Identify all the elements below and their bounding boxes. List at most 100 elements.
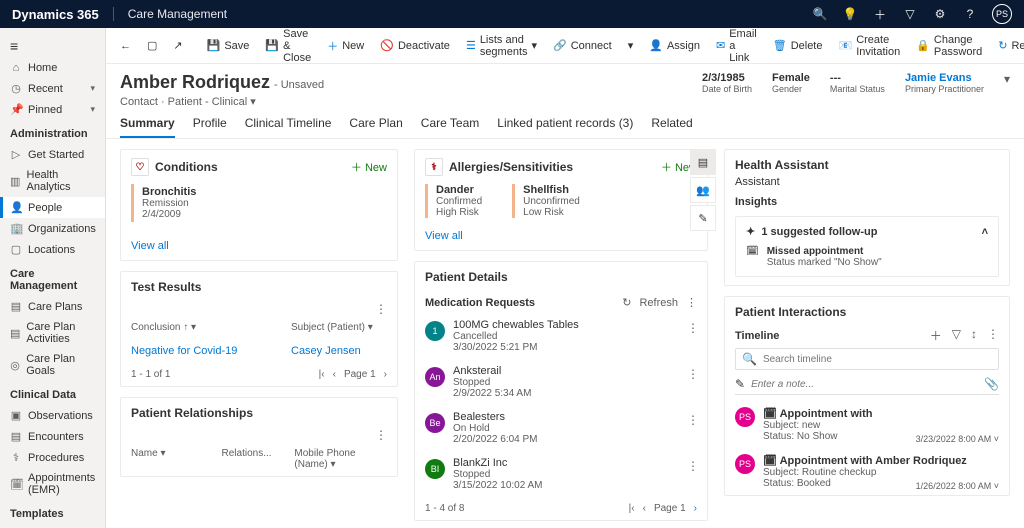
refresh-icon[interactable]: ↻ bbox=[622, 296, 631, 309]
refresh-label[interactable]: Refresh bbox=[639, 297, 678, 309]
chevron-up-icon[interactable]: ˄ bbox=[982, 226, 988, 238]
med-item-more[interactable]: ⋮ bbox=[687, 413, 699, 427]
filter-icon[interactable]: ▽ bbox=[902, 6, 918, 22]
nav-appointments[interactable]: 🗓Appointments (EMR) bbox=[0, 468, 105, 500]
timeline-sort[interactable]: ↕ bbox=[971, 327, 977, 344]
nav-get-started[interactable]: ▷Get Started bbox=[0, 144, 105, 165]
relationships-more[interactable]: ⋮ bbox=[121, 428, 397, 442]
nav-observations[interactable]: ▣Observations bbox=[0, 405, 105, 426]
nav-pinned[interactable]: 📌Pinned▾ bbox=[0, 99, 105, 120]
health-assistant-card: Health Assistant Assistant Insights ✦ 1 … bbox=[724, 149, 1010, 286]
conditions-view-all[interactable]: View all bbox=[121, 236, 397, 260]
tab-care-plan[interactable]: Care Plan bbox=[349, 116, 402, 138]
email-link-button[interactable]: ✉Email a Link bbox=[710, 28, 763, 68]
pager-next[interactable]: › bbox=[384, 369, 387, 380]
nav-procedures[interactable]: ⚕Procedures bbox=[0, 447, 105, 468]
conditions-new-button[interactable]: ＋ New bbox=[351, 159, 387, 175]
timeline-search-input[interactable] bbox=[763, 354, 992, 365]
lightbulb-icon[interactable]: 💡 bbox=[842, 6, 858, 22]
timeline-label: Timeline bbox=[735, 330, 779, 342]
timeline-note[interactable]: ✎ 📎 bbox=[735, 374, 999, 395]
allergy-item[interactable]: ShellfishUnconfirmedLow Risk bbox=[512, 184, 580, 218]
nav-locations[interactable]: ▢Locations bbox=[0, 239, 105, 260]
med-item-more[interactable]: ⋮ bbox=[687, 459, 699, 473]
nav-home[interactable]: ⌂Home bbox=[0, 58, 105, 78]
nav-health-analytics[interactable]: ▥Health Analytics bbox=[0, 165, 105, 197]
settings-icon[interactable]: ⚙ bbox=[932, 6, 948, 22]
condition-item[interactable]: Bronchitis Remission 2/4/2009 bbox=[131, 184, 387, 222]
tab-summary[interactable]: Summary bbox=[120, 116, 175, 138]
assign-button[interactable]: 👤Assign bbox=[643, 35, 706, 56]
refresh-button[interactable]: ↻Refresh bbox=[992, 35, 1024, 56]
timeline-item[interactable]: PS 🗓 Appointment with Amber RodriquezSub… bbox=[725, 448, 1009, 495]
nav-care-activities[interactable]: ▤Care Plan Activities bbox=[0, 317, 105, 349]
field-practitioner[interactable]: Jamie EvansPrimary Practitioner bbox=[905, 72, 984, 94]
nav-recent[interactable]: ◷Recent▾ bbox=[0, 78, 105, 99]
user-avatar[interactable]: PS bbox=[992, 4, 1012, 24]
med-more[interactable]: ⋮ bbox=[686, 296, 697, 309]
medication-item[interactable]: An AnksterailStopped2/9/2022 5:34 AM ⋮ bbox=[415, 359, 707, 405]
rail-assistant[interactable]: 👥 bbox=[690, 177, 716, 203]
plus-icon[interactable]: ＋ bbox=[872, 6, 888, 22]
timeline-note-input[interactable] bbox=[751, 379, 978, 390]
medication-item[interactable]: BI BlankZi IncStopped3/15/2022 10:02 AM … bbox=[415, 451, 707, 497]
record-subtitle[interactable]: Contact · Patient - Clinical ▾ bbox=[120, 95, 324, 108]
timeline-search[interactable]: 🔍 bbox=[735, 348, 999, 370]
pager-prev[interactable]: ‹ bbox=[643, 503, 646, 514]
col-mobile[interactable]: Mobile Phone (Name) ▾ bbox=[294, 448, 387, 470]
nav-encounters[interactable]: ▤Encounters bbox=[0, 426, 105, 447]
connect-split[interactable]: ▾ bbox=[622, 35, 640, 56]
change-password-button[interactable]: 🔒Change Password bbox=[910, 30, 988, 62]
timeline-more[interactable]: ⋮ bbox=[987, 327, 999, 344]
pager-first[interactable]: |‹ bbox=[319, 369, 325, 380]
test-results-title: Test Results bbox=[121, 272, 397, 302]
tab-profile[interactable]: Profile bbox=[193, 116, 227, 138]
nav-care-goals[interactable]: ◎Care Plan Goals bbox=[0, 349, 105, 381]
col-name[interactable]: Name ▾ bbox=[131, 448, 202, 470]
medication-item[interactable]: Be BealestersOn Hold2/20/2022 6:04 PM ⋮ bbox=[415, 405, 707, 451]
deactivate-button[interactable]: 🚫Deactivate bbox=[374, 35, 456, 56]
delete-button[interactable]: 🗑Delete bbox=[767, 35, 829, 56]
rail-edit[interactable]: ✎ bbox=[690, 205, 716, 231]
rail-related[interactable]: ▤ bbox=[690, 149, 716, 175]
hamburger-icon[interactable]: ≡ bbox=[0, 34, 105, 58]
nav-people[interactable]: 👤People bbox=[0, 197, 105, 218]
connect-button[interactable]: 🔗Connect bbox=[547, 35, 618, 56]
nav-care-plans[interactable]: ▤Care Plans bbox=[0, 296, 105, 317]
med-item-more[interactable]: ⋮ bbox=[687, 367, 699, 381]
open-new-window-button[interactable]: ↗ bbox=[167, 35, 188, 56]
allergies-view-all[interactable]: View all bbox=[415, 226, 707, 250]
pager-first[interactable]: |‹ bbox=[629, 503, 635, 514]
attachment-icon[interactable]: 📎 bbox=[984, 377, 999, 391]
search-icon[interactable]: 🔍 bbox=[812, 6, 828, 22]
allergy-item[interactable]: DanderConfirmedHigh Risk bbox=[425, 184, 482, 218]
test-result-row[interactable]: Negative for Covid-19 Casey Jensen bbox=[121, 339, 397, 363]
col-subject[interactable]: Subject (Patient) ▾ bbox=[291, 322, 373, 333]
col-conclusion[interactable]: Conclusion ↑ ▾ bbox=[131, 322, 271, 333]
tab-related[interactable]: Related bbox=[651, 116, 692, 138]
timeline-item[interactable]: PS 🗓 Appointment withSubject: newStatus:… bbox=[725, 401, 1009, 448]
follow-up-insight[interactable]: ✦ 1 suggested follow-up˄ 🗓 Missed appoin… bbox=[735, 216, 999, 277]
new-button[interactable]: ＋New bbox=[321, 34, 370, 58]
back-button[interactable]: ← bbox=[114, 36, 137, 56]
pager-next[interactable]: › bbox=[694, 503, 697, 514]
lists-segments-button[interactable]: ☰Lists and segments ▾ bbox=[460, 30, 543, 62]
timeline-filter[interactable]: ▽ bbox=[952, 327, 961, 344]
tab-care-team[interactable]: Care Team bbox=[421, 116, 479, 138]
pager-prev[interactable]: ‹ bbox=[333, 369, 336, 380]
tab-linked-records[interactable]: Linked patient records (3) bbox=[497, 116, 633, 138]
nav-organizations[interactable]: 🏢Organizations bbox=[0, 218, 105, 239]
open-record-button[interactable]: ▢ bbox=[141, 35, 163, 56]
nav-care-templates[interactable]: ▤Care Plan Templates bbox=[0, 524, 105, 528]
save-button[interactable]: 💾Save bbox=[201, 35, 256, 56]
save-close-button[interactable]: 💾Save & Close bbox=[259, 28, 317, 68]
test-results-more[interactable]: ⋮ bbox=[121, 302, 397, 316]
tab-clinical-timeline[interactable]: Clinical Timeline bbox=[245, 116, 332, 138]
med-item-more[interactable]: ⋮ bbox=[687, 321, 699, 335]
create-invitation-button[interactable]: 📧Create Invitation bbox=[832, 30, 906, 62]
timeline-add[interactable]: ＋ bbox=[930, 327, 942, 344]
medication-item[interactable]: 1 100MG chewables TablesCancelled3/30/20… bbox=[415, 313, 707, 359]
col-relations[interactable]: Relations... bbox=[222, 448, 275, 470]
help-icon[interactable]: ? bbox=[962, 6, 978, 22]
chevron-down-icon[interactable]: ▾ bbox=[1004, 72, 1010, 86]
